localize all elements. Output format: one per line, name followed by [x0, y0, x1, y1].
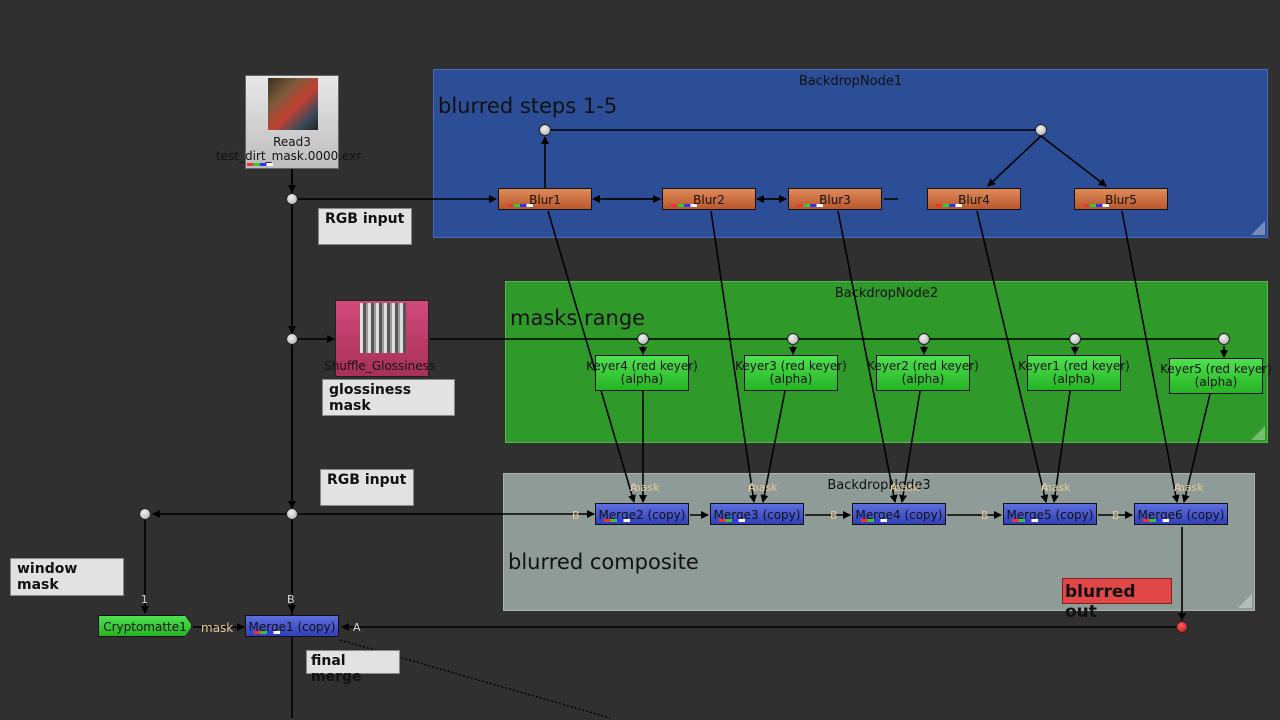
channel-indicator — [719, 519, 745, 522]
channel-indicator — [671, 204, 697, 207]
dot-node[interactable] — [787, 333, 799, 345]
note-window-mask[interactable]: window mask — [10, 558, 124, 596]
blur3-label: Blur3 — [819, 193, 851, 207]
dot-node[interactable] — [286, 508, 298, 520]
keyer4-node[interactable]: Keyer4 (red keyer) (alpha) — [586, 355, 698, 391]
keyer2-sub: (alpha) — [901, 372, 945, 386]
node-graph-canvas[interactable]: BackdropNode1 blurred steps 1-5 Backdrop… — [0, 0, 1280, 720]
cryptomatte1-label: Cryptomatte1 — [103, 620, 187, 634]
b-input-label: B — [1112, 509, 1120, 522]
keyer1-node[interactable]: Keyer1 (red keyer) (alpha) — [1018, 355, 1130, 391]
keyer5-sub: (alpha) — [1194, 375, 1238, 389]
dot-node[interactable] — [637, 333, 649, 345]
b-input-label: B — [572, 509, 580, 522]
channel-indicator — [797, 204, 823, 207]
dot-node[interactable] — [918, 333, 930, 345]
dot-node[interactable] — [286, 193, 298, 205]
cryptomatte1-node[interactable]: Cryptomatte1 — [98, 615, 192, 637]
channel-indicator — [861, 519, 887, 522]
keyer5-node[interactable]: Keyer5 (red keyer) (alpha) — [1160, 358, 1272, 394]
dot-node[interactable] — [539, 124, 551, 136]
blur4-label: Blur4 — [958, 193, 990, 207]
channel-indicator — [1012, 519, 1038, 522]
blur3-node[interactable]: Blur3 — [788, 188, 882, 210]
channel-indicator — [1143, 519, 1169, 522]
channel-indicator — [1083, 204, 1109, 207]
blur5-node[interactable]: Blur5 — [1074, 188, 1168, 210]
keyer4-sub: (alpha) — [620, 372, 664, 386]
channel-indicator — [254, 631, 280, 634]
blur4-node[interactable]: Blur4 — [927, 188, 1021, 210]
note-blurred-out[interactable]: blurred out — [1062, 578, 1172, 622]
read3-name: Read3 — [273, 135, 311, 149]
keyer1-sub: (alpha) — [1052, 372, 1096, 386]
note-rgb-input-2[interactable]: RGB input — [320, 469, 414, 506]
mask-input-label: mask — [201, 621, 234, 635]
merge4-node[interactable]: Merge4 (copy) — [852, 503, 946, 525]
dot-node[interactable] — [1218, 333, 1230, 345]
note-final-merge[interactable]: final merge — [306, 650, 400, 685]
merge1-node[interactable]: Merge1 (copy) — [245, 615, 339, 637]
blur2-label: Blur2 — [693, 193, 725, 207]
keyer3-node[interactable]: Keyer3 (red keyer) (alpha) — [735, 355, 847, 391]
dot-node[interactable] — [1035, 124, 1047, 136]
a-input-label: A — [748, 481, 756, 494]
blur2-node[interactable]: Blur2 — [662, 188, 756, 210]
channel-indicator — [507, 204, 533, 207]
read3-thumbnail — [268, 78, 318, 130]
a-input-label: A — [353, 621, 361, 634]
note-glossiness-mask[interactable]: glossiness mask — [322, 379, 455, 416]
blur1-node[interactable]: Blur1 — [498, 188, 592, 210]
a-input-label: A — [630, 481, 638, 494]
blur1-label: Blur1 — [529, 193, 561, 207]
keyer2-node[interactable]: Keyer2 (red keyer) (alpha) — [867, 355, 979, 391]
dot-node[interactable] — [139, 508, 151, 520]
one-input-label: 1 — [141, 593, 148, 606]
shuffle-thumbnail — [360, 303, 406, 353]
blur5-label: Blur5 — [1105, 193, 1137, 207]
merge3-node[interactable]: Merge3 (copy) — [710, 503, 804, 525]
note-rgb-input[interactable]: RGB input — [318, 208, 412, 245]
shuffle-name: Shuffle_Glossiness — [324, 359, 436, 373]
merge6-node[interactable]: Merge6 (copy) — [1134, 503, 1228, 525]
merge2-node[interactable]: Merge2 (copy) — [595, 503, 689, 525]
dot-node[interactable] — [1069, 333, 1081, 345]
keyer3-sub: (alpha) — [769, 372, 813, 386]
channel-indicator — [247, 163, 273, 166]
b-input-label: B — [287, 593, 295, 606]
channel-indicator — [604, 519, 630, 522]
channel-indicator — [936, 204, 962, 207]
b-input-label: B — [830, 509, 838, 522]
read3-filename: test_dirt_mask.0000.exr — [216, 149, 362, 163]
a-input-label: A — [1041, 481, 1049, 494]
dot-node[interactable] — [286, 333, 298, 345]
viewer-dot[interactable] — [1176, 621, 1188, 633]
a-input-label: A — [1174, 481, 1182, 494]
b-input-label: B — [981, 509, 989, 522]
a-input-label: A — [890, 481, 898, 494]
merge5-node[interactable]: Merge5 (copy) — [1003, 503, 1097, 525]
